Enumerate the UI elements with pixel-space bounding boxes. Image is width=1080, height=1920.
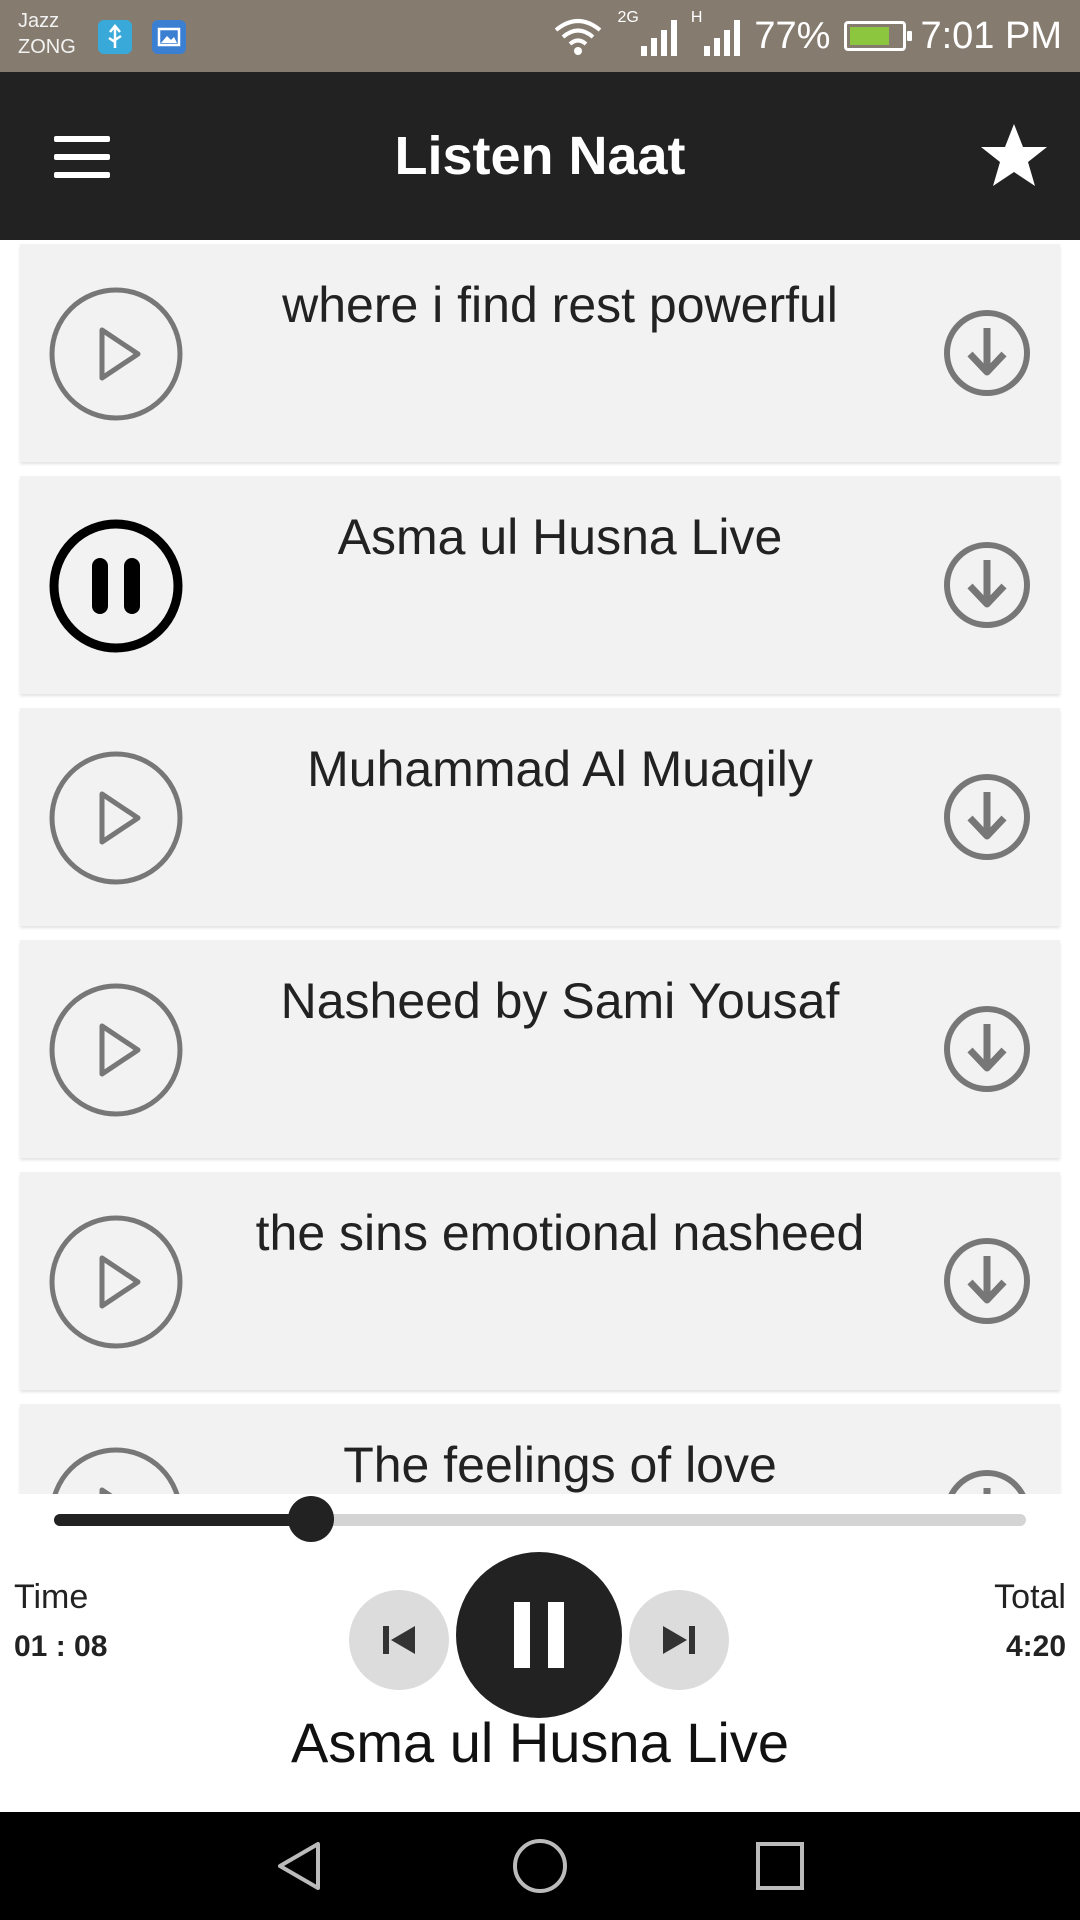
- carrier-name-2: ZONG: [18, 36, 76, 58]
- download-icon[interactable]: [942, 1236, 1032, 1326]
- home-icon[interactable]: [510, 1836, 570, 1896]
- seek-bar-progress: [54, 1514, 311, 1526]
- recents-icon[interactable]: [750, 1836, 810, 1896]
- track-title: Muhammad Al Muaqily: [307, 741, 813, 797]
- signal-icon-2: [704, 16, 741, 56]
- download-icon[interactable]: [942, 1468, 1032, 1494]
- list-item[interactable]: Asma ul Husna Live: [20, 476, 1060, 694]
- total-duration: 4:20: [1005, 1630, 1066, 1663]
- play-pause-button[interactable]: [456, 1552, 622, 1718]
- pause-icon[interactable]: [48, 518, 184, 654]
- track-list[interactable]: where i find rest powerful Asma ul Husna…: [0, 240, 1080, 1494]
- track-title: The feelings of love: [343, 1437, 777, 1493]
- skip-previous-icon: [383, 1626, 415, 1654]
- previous-button[interactable]: [349, 1590, 449, 1690]
- now-playing-title: Asma ul Husna Live: [290, 1711, 789, 1774]
- list-item[interactable]: the sins emotional nasheed: [20, 1172, 1060, 1390]
- play-icon[interactable]: [48, 750, 184, 886]
- play-icon[interactable]: [48, 982, 184, 1118]
- list-item[interactable]: Nasheed by Sami Yousaf: [20, 940, 1060, 1158]
- play-icon[interactable]: [48, 1446, 184, 1494]
- list-item[interactable]: Muhammad Al Muaqily: [20, 708, 1060, 926]
- star-icon[interactable]: [974, 116, 1054, 196]
- app-bar: Listen Naat: [0, 72, 1080, 240]
- status-bar: Jazz ZONG 2G H 77% 7:01 PM: [0, 0, 1080, 72]
- download-icon[interactable]: [942, 540, 1032, 630]
- signal-icon: [640, 16, 677, 56]
- seek-bar-thumb[interactable]: [287, 1496, 334, 1542]
- wifi-icon: [554, 19, 601, 55]
- track-title: the sins emotional nasheed: [255, 1205, 865, 1261]
- status-right: 2G H 77% 7:01 PM: [552, 0, 1062, 72]
- next-button[interactable]: [629, 1590, 729, 1690]
- download-icon[interactable]: [942, 308, 1032, 398]
- carrier-info: Jazz ZONG: [18, 8, 76, 60]
- usb-icon: [98, 20, 132, 54]
- seek-bar[interactable]: [54, 1496, 1026, 1542]
- download-icon[interactable]: [942, 1004, 1032, 1094]
- list-item[interactable]: where i find rest powerful: [20, 244, 1060, 462]
- download-icon[interactable]: [942, 772, 1032, 862]
- battery-icon: [844, 21, 913, 51]
- page-title: Listen Naat: [394, 126, 686, 186]
- back-icon[interactable]: [270, 1836, 330, 1896]
- total-label: Total: [994, 1578, 1066, 1616]
- gallery-icon: [152, 20, 186, 54]
- hamburger-menu-icon[interactable]: [44, 122, 124, 192]
- network-h-label: H: [690, 9, 703, 26]
- skip-next-icon: [663, 1626, 695, 1654]
- time-label: Time: [14, 1578, 89, 1616]
- list-item[interactable]: The feelings of love: [20, 1404, 1060, 1494]
- play-icon[interactable]: [48, 286, 184, 422]
- track-title: Asma ul Husna Live: [337, 509, 783, 565]
- network-2g-label: 2G: [617, 9, 639, 26]
- elapsed-time: 01 : 08: [14, 1630, 108, 1663]
- track-title: where i find rest powerful: [282, 277, 838, 333]
- carrier-name-1: Jazz: [18, 10, 60, 32]
- clock: 7:01 PM: [920, 14, 1062, 57]
- pause-icon: [514, 1602, 564, 1668]
- battery-percent: 77%: [754, 14, 831, 57]
- play-icon[interactable]: [48, 1214, 184, 1350]
- player-panel: Time 01 : 08 Total 4:20 Asma ul Husna Li…: [0, 1494, 1080, 1812]
- system-nav-bar: [0, 1812, 1080, 1920]
- track-title: Nasheed by Sami Yousaf: [280, 973, 840, 1029]
